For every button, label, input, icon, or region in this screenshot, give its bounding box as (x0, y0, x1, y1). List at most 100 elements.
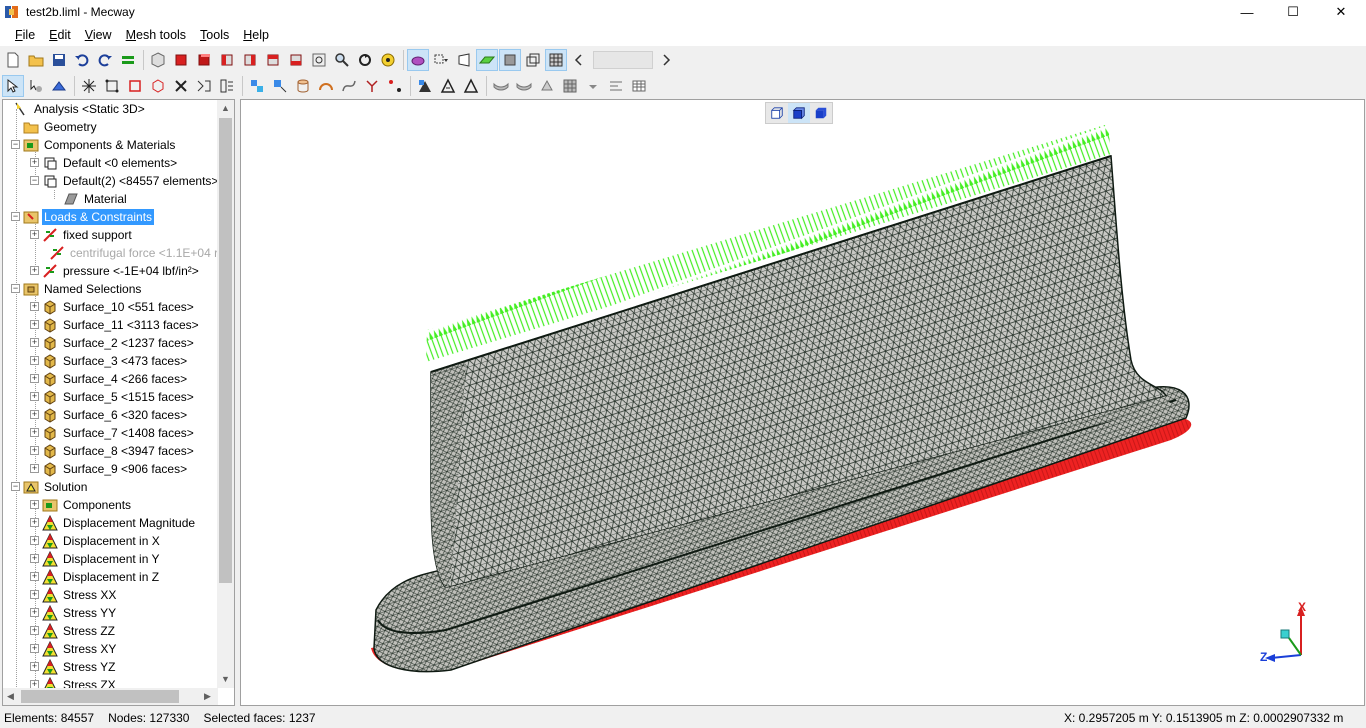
expand-toggle[interactable]: + (30, 518, 39, 527)
tree-node-default-2[interactable]: − Default(2) <84557 elements> (30, 172, 218, 190)
expand-toggle[interactable]: + (30, 590, 39, 599)
surface-icon[interactable] (490, 75, 512, 97)
expand-toggle[interactable]: + (30, 554, 39, 563)
tree-horizontal-scroll-thumb[interactable] (21, 690, 179, 703)
tree-node-stress-xy[interactable]: + Stress XY (30, 640, 118, 658)
expand-toggle[interactable]: + (30, 500, 39, 509)
select-edge-icon[interactable] (48, 75, 70, 97)
collapse-toggle[interactable]: − (11, 140, 20, 149)
tools-icon[interactable] (216, 75, 238, 97)
grid-dropdown-icon[interactable] (582, 75, 604, 97)
tree-node-stress-yy[interactable]: + Stress YY (30, 604, 118, 622)
mesh-icon[interactable] (545, 49, 567, 71)
expand-toggle[interactable]: + (30, 410, 39, 419)
expand-toggle[interactable]: + (30, 626, 39, 635)
expand-toggle[interactable]: + (30, 158, 39, 167)
expand-toggle[interactable]: + (30, 446, 39, 455)
group-icon[interactable] (246, 75, 268, 97)
tree-vertical-scroll-thumb[interactable] (219, 118, 232, 583)
expand-toggle[interactable]: + (30, 464, 39, 473)
wireframe-icon[interactable] (522, 49, 544, 71)
triangle-icon[interactable] (437, 75, 459, 97)
tree-node-displacement-z[interactable]: + Displacement in Z (30, 568, 161, 586)
select-arrow-icon[interactable] (2, 75, 24, 97)
expand-toggle[interactable]: + (30, 572, 39, 581)
node-select-icon[interactable] (78, 75, 100, 97)
tree-vertical-scrollbar[interactable]: ▲ ▼ (217, 100, 234, 688)
view-bottom-icon[interactable] (285, 49, 307, 71)
select-paint-icon[interactable] (25, 75, 47, 97)
align-icon[interactable] (605, 75, 627, 97)
tree-node-displacement-x[interactable]: + Displacement in X (30, 532, 162, 550)
rotate-icon[interactable] (354, 49, 376, 71)
open-folder-icon[interactable] (25, 49, 47, 71)
undo-icon[interactable] (71, 49, 93, 71)
expand-toggle[interactable]: + (30, 644, 39, 653)
tree-node-stress-zz[interactable]: + Stress ZZ (30, 622, 117, 640)
element-select-icon[interactable] (101, 75, 123, 97)
tree-node-components-materials[interactable]: − Components & Materials (11, 136, 177, 154)
tree-node-geometry[interactable]: Geometry (23, 118, 99, 136)
maximize-button[interactable]: ☐ (1270, 0, 1316, 24)
view-top-icon[interactable] (262, 49, 284, 71)
tree-node-surface-4[interactable]: + Surface_4 <266 faces> (30, 370, 189, 388)
table-icon[interactable] (628, 75, 650, 97)
tree-node-analysis[interactable]: Analysis <Static 3D> (13, 100, 147, 118)
menu-tools[interactable]: Tools (193, 28, 236, 42)
scroll-down-icon[interactable]: ▼ (221, 674, 230, 684)
view-front-icon[interactable] (170, 49, 192, 71)
redo-icon[interactable] (94, 49, 116, 71)
green-bars-icon[interactable] (117, 49, 139, 71)
collapse-toggle[interactable]: − (11, 482, 20, 491)
tree-node-surface-3[interactable]: + Surface_3 <473 faces> (30, 352, 189, 370)
box-select-icon[interactable] (124, 75, 146, 97)
expand-toggle[interactable]: + (30, 662, 39, 671)
tree-node-stress-zx[interactable]: + Stress ZX (30, 676, 118, 688)
new-file-icon[interactable] (2, 49, 24, 71)
node-move-icon[interactable] (384, 75, 406, 97)
scroll-left-icon[interactable]: ◀ (7, 691, 14, 702)
shaded-icon[interactable] (476, 49, 498, 71)
collapse-toggle[interactable]: − (11, 284, 20, 293)
surface2-icon[interactable] (513, 75, 535, 97)
cylinder-icon[interactable] (292, 75, 314, 97)
tree-node-named-selections[interactable]: − Named Selections (11, 280, 143, 298)
menu-help[interactable]: Help (236, 28, 276, 42)
tree-node-solution[interactable]: − Solution (11, 478, 89, 496)
display-mode-icon[interactable] (407, 49, 429, 71)
expand-toggle[interactable]: + (30, 230, 39, 239)
expand-toggle[interactable]: + (30, 266, 39, 275)
collapse-toggle[interactable]: − (11, 212, 20, 221)
grid-icon[interactable] (559, 75, 581, 97)
tree-node-surface-10[interactable]: + Surface_10 <551 faces> (30, 298, 196, 316)
merge-icon[interactable] (269, 75, 291, 97)
view-back-icon[interactable] (193, 49, 215, 71)
expand-toggle[interactable]: + (30, 536, 39, 545)
surface3-icon[interactable] (536, 75, 558, 97)
zoom-icon[interactable] (331, 49, 353, 71)
tree-horizontal-scrollbar[interactable]: ◀ ▶ (3, 688, 218, 705)
tree-node-surface-5[interactable]: + Surface_5 <1515 faces> (30, 388, 196, 406)
view-right-icon[interactable] (239, 49, 261, 71)
expand-toggle[interactable]: + (30, 320, 39, 329)
pan-icon[interactable] (377, 49, 399, 71)
scroll-left-icon[interactable] (568, 49, 590, 71)
menu-edit[interactable]: Edit (42, 28, 78, 42)
minimize-button[interactable]: — (1224, 0, 1270, 24)
tree-node-surface-8[interactable]: + Surface_8 <3947 faces> (30, 442, 196, 460)
tree-node-displacement-y[interactable]: + Displacement in Y (30, 550, 162, 568)
tree-node-stress-yz[interactable]: + Stress YZ (30, 658, 117, 676)
tree-node-material[interactable]: Material (63, 190, 129, 208)
expand-toggle[interactable]: + (30, 374, 39, 383)
tree-node-surface-9[interactable]: + Surface_9 <906 faces> (30, 460, 189, 478)
tree-node-centrifugal-force[interactable]: centrifugal force <1.1E+04 r/ (49, 244, 218, 262)
scroll-up-icon[interactable]: ▲ (221, 103, 230, 113)
scroll-right-icon[interactable]: ▶ (204, 691, 211, 702)
menu-file[interactable]: File (8, 28, 42, 42)
zoom-box-icon[interactable] (308, 49, 330, 71)
save-icon[interactable] (48, 49, 70, 71)
expand-toggle[interactable]: + (30, 338, 39, 347)
view-iso-icon[interactable] (147, 49, 169, 71)
tree-node-solution-components[interactable]: + Components (30, 496, 133, 514)
collapse-toggle[interactable]: − (30, 176, 39, 185)
